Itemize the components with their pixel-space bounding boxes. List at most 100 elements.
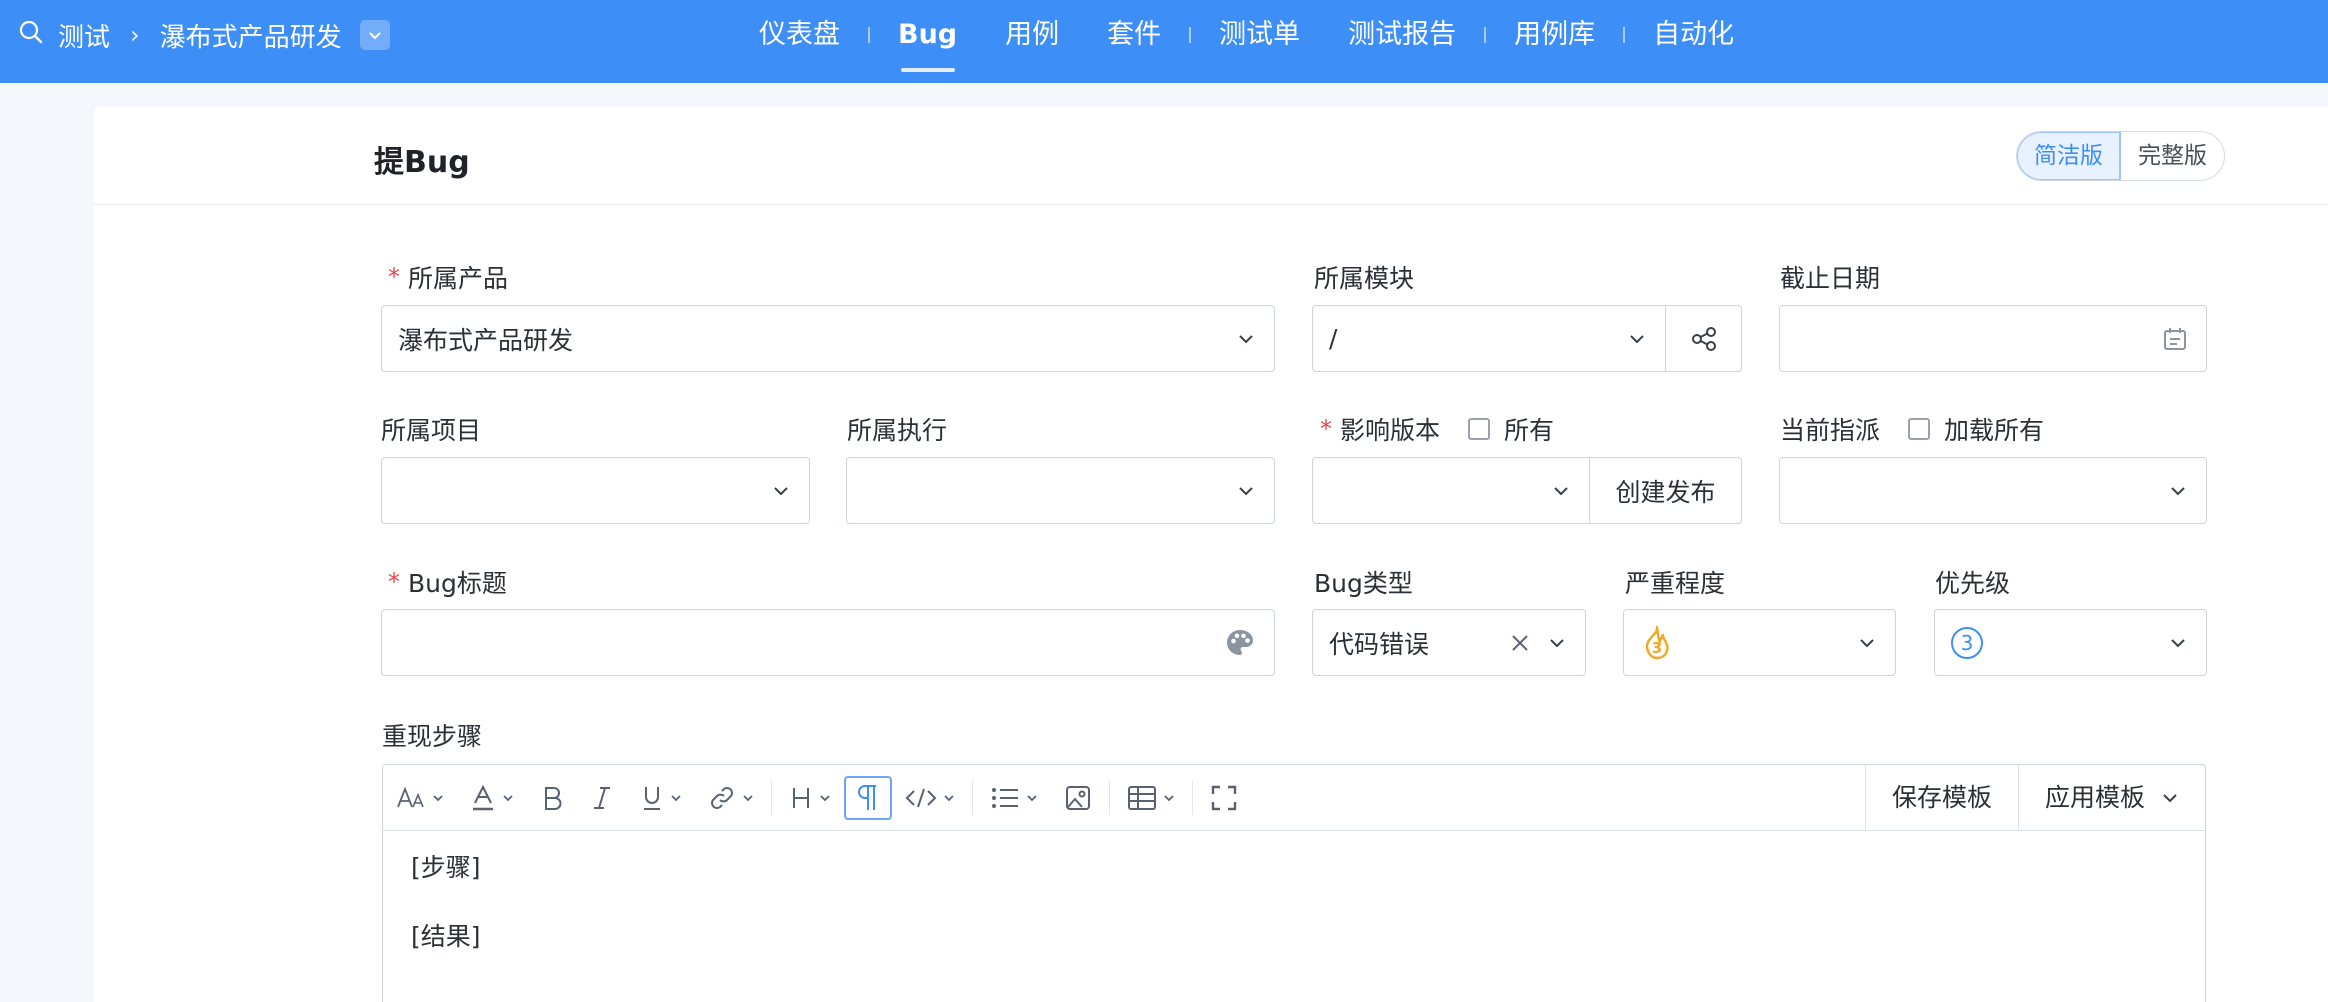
product-select[interactable]: 瀑布式产品研发 xyxy=(381,305,1275,372)
chevron-down-icon xyxy=(1550,638,1564,647)
search-icon[interactable] xyxy=(18,19,44,52)
code-button[interactable] xyxy=(892,776,968,820)
table-button[interactable] xyxy=(1114,776,1188,820)
assign-load-all-checkbox[interactable]: 加载所有 xyxy=(1908,411,2044,447)
build-select[interactable]: 创建发布 xyxy=(1312,457,1742,524)
font-color-icon xyxy=(473,784,493,810)
severity-select[interactable]: 3 xyxy=(1623,609,1896,676)
assign-label: 当前指派 加载所有 xyxy=(1780,411,2044,447)
heading-button[interactable] xyxy=(776,776,844,820)
nav-divider xyxy=(1623,27,1626,43)
chevron-down-icon xyxy=(671,794,681,801)
module-select[interactable]: / xyxy=(1312,305,1742,372)
font-color-button[interactable] xyxy=(457,776,527,820)
full-mode-button[interactable]: 完整版 xyxy=(2121,132,2224,180)
chevron-down-icon xyxy=(503,794,513,801)
palette-icon[interactable] xyxy=(1224,627,1256,659)
project-select[interactable] xyxy=(381,457,810,524)
paragraph-button[interactable] xyxy=(844,775,892,820)
image-button[interactable] xyxy=(1051,776,1105,820)
nav-testtask[interactable]: 测试单 xyxy=(1195,0,1324,70)
assign-select[interactable] xyxy=(1779,457,2207,524)
severity-label: 严重程度 xyxy=(1625,564,1725,600)
execution-label-text: 所属执行 xyxy=(847,416,948,445)
execution-select[interactable] xyxy=(846,457,1275,524)
nav-suite[interactable]: 套件 xyxy=(1083,0,1185,70)
chevron-down-icon xyxy=(743,794,753,801)
chevron-down-icon xyxy=(433,794,443,801)
checkbox-box[interactable] xyxy=(1908,418,1931,440)
chevron-down-icon xyxy=(368,32,381,40)
product-select-value: 瀑布式产品研发 xyxy=(398,325,574,355)
chevron-down-icon xyxy=(774,486,788,495)
fullscreen-button[interactable] xyxy=(1197,776,1251,820)
nav-dashboard[interactable]: 仪表盘 xyxy=(735,0,864,70)
paragraph-icon xyxy=(858,784,876,810)
link-button[interactable] xyxy=(695,776,767,820)
italic-button[interactable] xyxy=(577,776,627,820)
nav-testreport[interactable]: 测试报告 xyxy=(1324,0,1480,70)
module-manage-button[interactable] xyxy=(1665,306,1741,371)
project-label: 所属项目 xyxy=(381,411,481,447)
bold-button[interactable] xyxy=(527,776,577,820)
deadline-date-input[interactable] xyxy=(1779,305,2207,372)
toolbar-divider xyxy=(1109,780,1110,815)
page-title: 提Bug xyxy=(374,145,470,180)
product-switch-button[interactable] xyxy=(359,20,390,50)
bold-icon xyxy=(545,786,562,810)
title-label: * Bug标题 xyxy=(388,564,507,600)
type-label-text: Bug类型 xyxy=(1314,569,1413,598)
nav-divider xyxy=(868,27,870,43)
card-header: 提Bug 简洁版 完整版 xyxy=(94,107,2328,205)
save-template-button[interactable]: 保存模板 xyxy=(1864,765,2018,830)
apply-template-button[interactable]: 应用模板 xyxy=(2017,765,2205,830)
editor-content[interactable]: [步骤] [结果] xyxy=(383,831,2205,1002)
nav-caselib[interactable]: 用例库 xyxy=(1490,0,1619,70)
font-size-icon xyxy=(397,786,424,807)
breadcrumb-product[interactable]: 瀑布式产品研发 xyxy=(160,17,342,54)
nav-case[interactable]: 用例 xyxy=(981,0,1083,70)
simple-mode-button[interactable]: 简洁版 xyxy=(2017,132,2121,180)
breadcrumb-root[interactable]: 测试 xyxy=(58,17,110,54)
build-all-checkbox[interactable]: 所有 xyxy=(1468,411,1554,447)
underline-button[interactable] xyxy=(627,776,695,820)
deadline-label: 截止日期 xyxy=(1780,259,1880,295)
severity-value: 3 xyxy=(1624,625,1857,661)
clear-icon[interactable] xyxy=(1509,632,1531,654)
chevron-down-icon xyxy=(2171,486,2185,495)
link-icon xyxy=(711,786,733,809)
bug-title-input[interactable] xyxy=(381,609,1275,676)
toolbar-divider xyxy=(771,780,772,815)
steps-label-text: 重现步骤 xyxy=(382,722,483,751)
priority-select[interactable]: 3 xyxy=(1934,609,2207,676)
steps-rich-editor[interactable]: 保存模板 应用模板 [步骤] [结果] xyxy=(382,764,2206,1002)
chevron-down-icon xyxy=(1027,794,1037,801)
list-button[interactable] xyxy=(977,776,1051,820)
create-release-button[interactable]: 创建发布 xyxy=(1589,458,1741,523)
italic-icon xyxy=(594,786,610,809)
font-size-button[interactable] xyxy=(383,776,457,820)
editor-toolbar: 保存模板 应用模板 xyxy=(383,765,2205,831)
priority-label: 优先级 xyxy=(1935,564,2010,600)
chevron-down-icon xyxy=(1164,794,1174,801)
underline-icon xyxy=(644,786,660,810)
calendar-icon[interactable] xyxy=(2162,326,2188,352)
heading-icon xyxy=(793,787,809,808)
checkbox-box[interactable] xyxy=(1468,418,1491,440)
chevron-down-icon xyxy=(1239,486,1253,495)
bug-type-select[interactable]: 代码错误 xyxy=(1312,609,1586,676)
build-label-text: 影响版本 xyxy=(1340,416,1441,445)
form-mode-switch: 简洁版 完整版 xyxy=(2016,131,2225,181)
chevron-down-icon xyxy=(1860,638,1874,647)
breadcrumb: 测试 › 瀑布式产品研发 xyxy=(18,0,390,70)
chevron-down-icon xyxy=(820,794,830,801)
steps-label: 重现步骤 xyxy=(382,717,482,753)
execution-label: 所属执行 xyxy=(847,411,947,447)
nav-automation[interactable]: 自动化 xyxy=(1629,0,1758,70)
priority-level: 3 xyxy=(1960,630,1974,655)
bullet-list-icon xyxy=(992,787,1018,808)
editor-line-steps: [步骤] xyxy=(411,853,481,882)
chevron-down-icon xyxy=(1554,486,1568,495)
nav-bug[interactable]: Bug xyxy=(874,0,981,70)
required-mark: * xyxy=(388,568,400,596)
